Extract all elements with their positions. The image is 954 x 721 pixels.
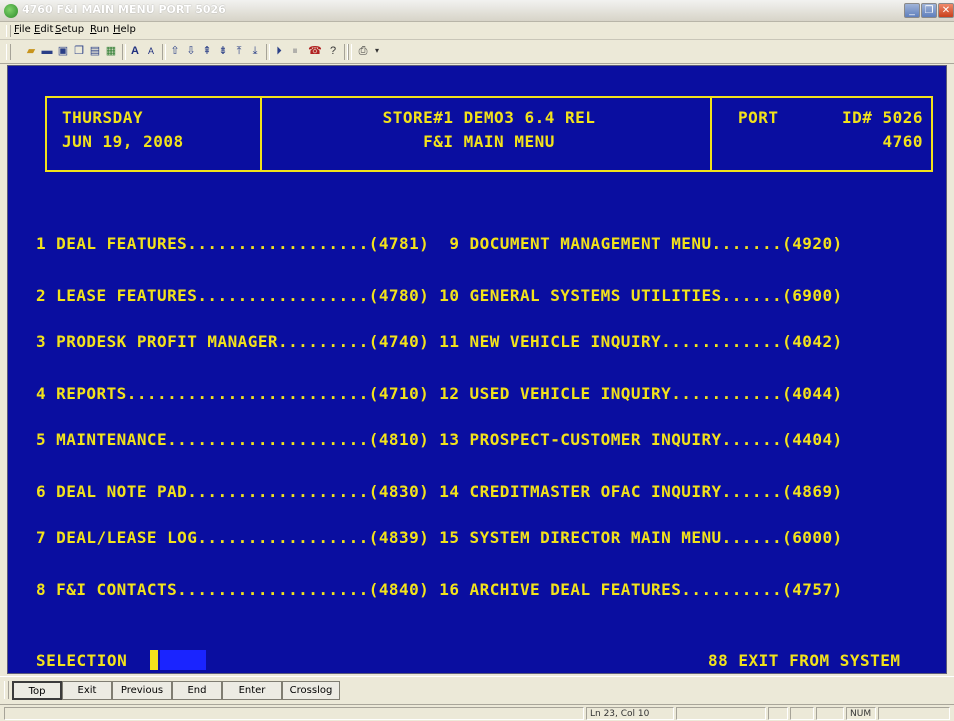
header-menu-title: F&I MAIN MENU <box>423 132 555 151</box>
maximize-button[interactable]: ❐ <box>921 3 937 18</box>
text-cursor <box>150 650 158 670</box>
page-up-icon[interactable]: ⇞ <box>200 44 214 58</box>
bottom-icon[interactable]: ⤓ <box>248 44 262 58</box>
menu-option-row[interactable]: 3 PRODESK PROFIT MANAGER.........(4740) … <box>36 332 843 351</box>
printer-icon[interactable]: ⎙ <box>356 44 370 58</box>
selection-input[interactable] <box>160 650 206 670</box>
menubar-grip <box>6 25 11 37</box>
menu-option-row[interactable]: 7 DEAL/LEASE LOG.................(4839) … <box>36 528 843 547</box>
minimize-button[interactable]: _ <box>904 3 920 18</box>
open-icon[interactable]: ▰ <box>24 44 38 58</box>
toolbar-grip <box>6 44 11 60</box>
header-id: ID# 5026 <box>841 108 923 127</box>
phone-icon[interactable]: ☎ <box>308 44 322 58</box>
font-decrease-icon[interactable]: A <box>144 44 158 58</box>
header-port-label: PORT <box>738 108 779 127</box>
fkey-grip <box>4 681 9 699</box>
status-cell <box>676 707 766 720</box>
page-down-icon[interactable]: ⇟ <box>216 44 230 58</box>
top-icon[interactable]: ⤒ <box>232 44 246 58</box>
toolbar-separator <box>122 44 126 60</box>
status-cell <box>790 707 814 720</box>
arrow-up-icon[interactable]: ⇧ <box>168 44 182 58</box>
print-screen-icon[interactable]: ▦ <box>104 44 118 58</box>
exit-hint: 88 EXIT FROM SYSTEM <box>708 651 901 670</box>
status-position: Ln 23, Col 10 <box>586 707 674 720</box>
status-message <box>4 707 584 720</box>
window-title: 4760 F&I MAIN MENU PORT 5026 <box>22 3 226 16</box>
menu-run[interactable]: Run <box>90 24 109 35</box>
title-bar: 4760 F&I MAIN MENU PORT 5026 _ ❐ ✕ <box>0 0 954 22</box>
top-button[interactable]: Top <box>12 681 62 700</box>
function-key-bar: Top Exit Previous End Enter Crosslog <box>0 676 954 702</box>
toolbar-separator <box>348 44 352 60</box>
toolbar: ▰ ▬ ▣ ❐ ▤ ▦ A A ⇧ ⇩ ⇞ ⇟ ⤒ ⤓ ⏵ ⏸ ☎ ? ⎙ ▾ <box>0 40 954 64</box>
toolbar-separator <box>266 44 270 60</box>
menu-option-row[interactable]: 2 LEASE FEATURES.................(4780) … <box>36 286 843 305</box>
toolbar-separator <box>162 44 166 60</box>
status-cell <box>816 707 844 720</box>
menu-edit[interactable]: Edit <box>34 24 53 35</box>
paste-icon[interactable]: ▤ <box>88 44 102 58</box>
terminal-screen[interactable]: THURSDAY JUN 19, 2008 STORE#1 DEMO3 6.4 … <box>7 65 947 674</box>
status-cell <box>768 707 788 720</box>
font-increase-icon[interactable]: A <box>128 44 142 58</box>
menu-help[interactable]: Help <box>113 24 136 35</box>
previous-button[interactable]: Previous <box>112 681 172 700</box>
selection-label: SELECTION <box>36 651 128 670</box>
header-day: THURSDAY <box>62 108 144 127</box>
menu-option-row[interactable]: 6 DEAL NOTE PAD..................(4830) … <box>36 482 843 501</box>
menu-setup[interactable]: Setup <box>55 24 84 35</box>
enter-button[interactable]: Enter <box>222 681 282 700</box>
end-button[interactable]: End <box>172 681 222 700</box>
header-menu-number: 4760 <box>882 132 923 151</box>
exit-button[interactable]: Exit <box>62 681 112 700</box>
menu-option-row[interactable]: 4 REPORTS........................(4710) … <box>36 384 843 403</box>
header-box: THURSDAY JUN 19, 2008 STORE#1 DEMO3 6.4 … <box>45 96 933 172</box>
status-bar: Ln 23, Col 10 NUM <box>0 704 954 721</box>
stop-icon[interactable]: ⏸ <box>288 44 302 58</box>
menu-option-row[interactable]: 1 DEAL FEATURES..................(4781) … <box>36 234 843 253</box>
app-icon <box>4 4 18 18</box>
save-icon[interactable]: ▣ <box>56 44 70 58</box>
menu-bar: File Edit Setup Run Help <box>0 22 954 40</box>
menu-option-row[interactable]: 5 MAINTENANCE....................(4810) … <box>36 430 843 449</box>
copy-icon[interactable]: ❐ <box>72 44 86 58</box>
arrow-down-icon[interactable]: ⇩ <box>184 44 198 58</box>
chevron-down-icon[interactable]: ▾ <box>370 44 384 58</box>
header-divider <box>710 98 712 170</box>
header-date: JUN 19, 2008 <box>62 132 184 151</box>
close-button[interactable]: ✕ <box>938 3 954 18</box>
crosslog-button[interactable]: Crosslog <box>282 681 340 700</box>
help-icon[interactable]: ? <box>326 44 340 58</box>
header-divider <box>260 98 262 170</box>
record-icon[interactable]: ⏵ <box>272 44 286 58</box>
menu-option-row[interactable]: 8 F&I CONTACTS...................(4840) … <box>36 580 843 599</box>
header-store: STORE#1 DEMO3 6.4 REL <box>382 108 596 127</box>
status-cell <box>878 707 950 720</box>
screen-icon[interactable]: ▬ <box>40 44 54 58</box>
status-num: NUM <box>846 707 876 720</box>
menu-file[interactable]: File <box>14 24 31 35</box>
